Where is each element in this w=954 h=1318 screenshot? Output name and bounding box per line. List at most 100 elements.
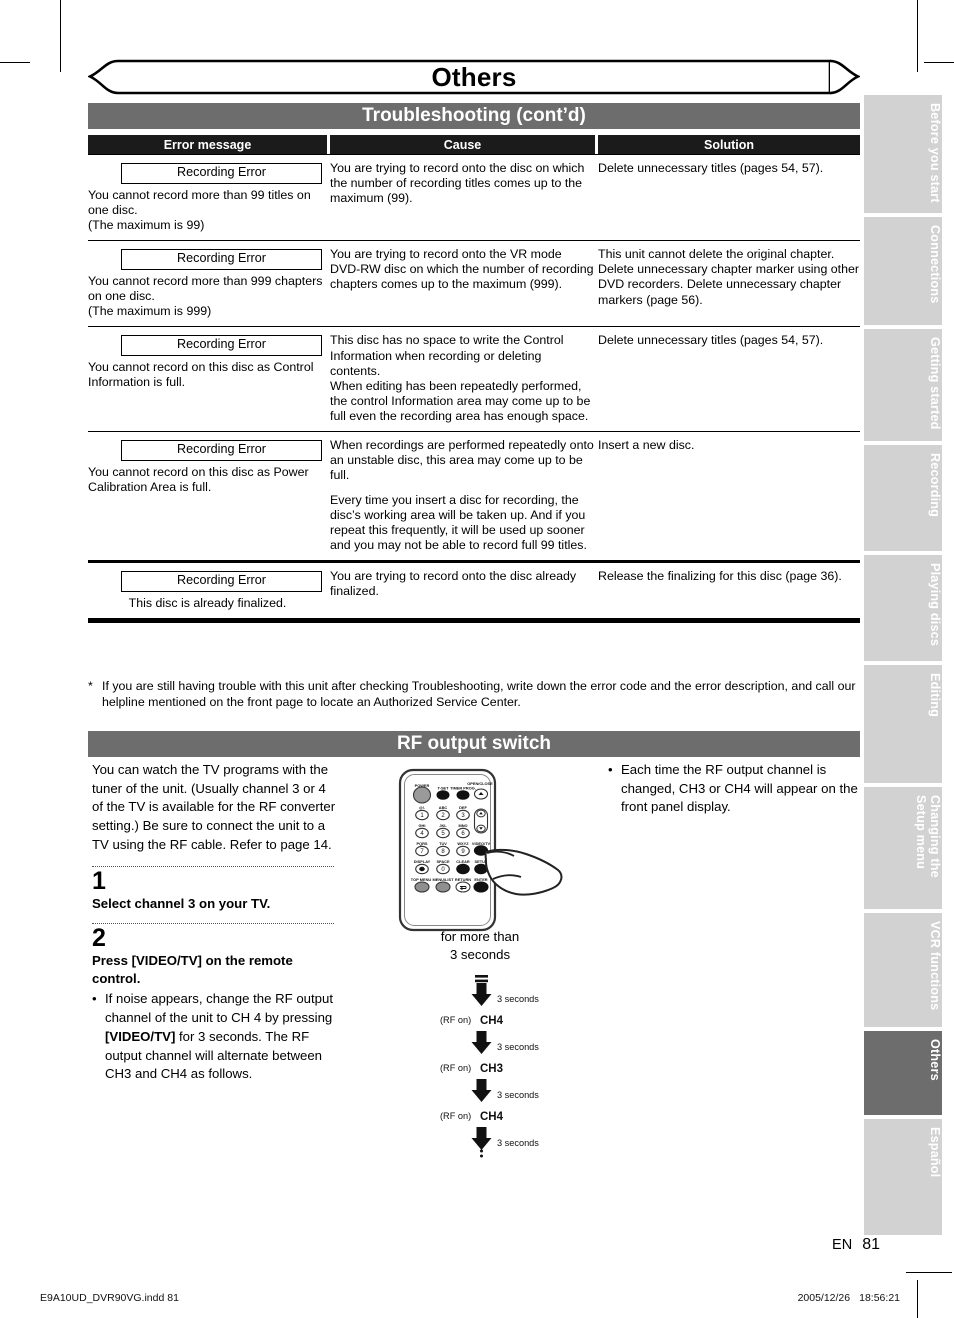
rf-right-bullet-text: Each time the RF output channel is chang…: [621, 762, 858, 815]
remote-top-menu-button: [414, 881, 430, 893]
solution-paragraph: Release the finalizing for this disc (pa…: [598, 569, 842, 584]
flow-state-prefix-1: (RF on): [440, 1015, 471, 1025]
hand-pointer-icon: [484, 848, 563, 896]
press-indicator-bar: [475, 979, 488, 983]
remote-enter-button: [473, 881, 489, 893]
footer-crop-rule: [906, 1272, 952, 1273]
cell-cause: You are trying to record onto the disc a…: [330, 569, 595, 611]
footer-crop-vrule: [917, 1280, 918, 1318]
sidebar-tab-label: Getting started: [928, 337, 942, 430]
remote-timer-prog-button: [456, 790, 470, 800]
remote-label-return: RETURN: [455, 877, 471, 882]
cause-paragraph: Every time you insert a disc for recordi…: [330, 492, 587, 552]
remote-label-k9: WXYZ: [457, 841, 469, 846]
cell-solution: This unit cannot delete the original cha…: [598, 247, 860, 319]
page-number: 81: [862, 1236, 880, 1253]
cell-cause: You are trying to record onto the VR mod…: [330, 247, 595, 319]
rf-left-column: You can watch the TV programs with the t…: [92, 761, 340, 1084]
cause-paragraph: You are trying to record onto the disc o…: [330, 161, 585, 206]
cause-paragraph: You are trying to record onto the VR mod…: [330, 247, 594, 292]
sidebar-tab-playing-discs[interactable]: Playing discs: [864, 555, 942, 661]
manual-page: Others Troubleshooting (cont’d) Error me…: [0, 0, 954, 1318]
sidebar-tab-label: Others: [928, 1039, 942, 1081]
section-header-rf-output-switch: RF output switch: [88, 731, 860, 757]
table-header-row: Error message Cause Solution: [88, 135, 860, 154]
chapter-banner: Others: [88, 55, 860, 99]
sidebar-tab-editing[interactable]: Editing: [864, 665, 942, 783]
sidebar-tab-label: Changing the Setup menu: [913, 795, 942, 878]
remote-label-t-set: T-SET: [437, 786, 449, 791]
remote-menu-list-button: [435, 881, 451, 893]
sidebar-tab-label: Playing discs: [928, 563, 942, 647]
rf-channel-flow-diagram: 3 seconds (RF on) CH4 3 seconds (RF on) …: [420, 975, 600, 1158]
remote-label-k4: GHI: [419, 823, 426, 828]
cell-error-message: Recording Error You cannot record on thi…: [88, 438, 327, 553]
table-row: Recording Error You cannot record on thi…: [88, 432, 860, 560]
cell-solution: Insert a new disc.: [598, 438, 860, 553]
sidebar-tab-connections[interactable]: Connections: [864, 217, 942, 325]
remote-label-enter: ENTER: [474, 877, 487, 882]
cell-cause: This disc has no space to write the Cont…: [330, 333, 595, 424]
remote-label-k6: MNO: [458, 823, 467, 828]
sidebar-tab-getting-started[interactable]: Getting started: [864, 329, 942, 441]
table-row: Recording Error This disc is already fin…: [88, 563, 860, 618]
sidebar-tab-espanol[interactable]: Español: [864, 1119, 942, 1235]
remote-label-timer-prog: TIMER PROG.: [450, 786, 476, 791]
sidebar-tab-recording[interactable]: Recording: [864, 445, 942, 551]
remote-label-k7: PQRS: [416, 841, 427, 846]
sidebar-tab-label: Connections: [928, 225, 942, 304]
remote-label-top-menu: TOP MENU: [411, 877, 432, 882]
sidebar-tab-label: Recording: [928, 453, 942, 518]
crop-mark-top-left-v: [60, 0, 61, 72]
remote-control-illustration: POWER T-SET TIMER PROG. OPEN/CLOSE @!. A…: [380, 766, 595, 936]
flow-arrow-label-1: 3 seconds: [497, 994, 539, 1004]
bullet-dot-icon: •: [608, 762, 613, 777]
table-row: Recording Error You cannot record more t…: [88, 241, 860, 326]
remote-control-svg: POWER T-SET TIMER PROG. OPEN/CLOSE @!. A…: [398, 768, 563, 932]
remote-label-menu-list: MENU/LIST: [433, 877, 455, 882]
table-row: Recording Error You cannot record more t…: [88, 155, 860, 240]
table-header-solution: Solution: [598, 135, 860, 154]
footer-date: 2005/12/26: [797, 1292, 851, 1304]
page-number-block: EN 81: [760, 1236, 880, 1254]
cell-solution: Release the finalizing for this disc (pa…: [598, 569, 860, 611]
remote-label-k8: TUV: [439, 841, 447, 846]
flow-state-2: CH3: [480, 1063, 503, 1075]
solution-paragraph: Delete unnecessary titles (pages 54, 57)…: [598, 333, 824, 348]
rf-right-column: • Each time the RF output channel is cha…: [608, 761, 858, 817]
sidebar-tab-changing-setup-menu[interactable]: Changing the Setup menu: [864, 787, 942, 909]
solution-paragraph: Delete unnecessary titles (pages 54, 57)…: [598, 161, 824, 175]
error-description: This disc is already finalized.: [128, 595, 287, 610]
step-2-title: Press [VIDEO/TV] on the remote control.: [92, 953, 293, 986]
cause-paragraph: When recordings are performed repeatedly…: [330, 438, 594, 483]
sidebar-tab-vcr-functions[interactable]: VCR functions: [864, 913, 942, 1027]
remote-caption-line-1: for more than: [440, 929, 520, 944]
troubleshooting-table: Error message Cause Solution Recording E…: [88, 135, 860, 624]
dotted-divider: [92, 865, 334, 867]
cell-cause: You are trying to record onto the disc o…: [330, 161, 595, 233]
press-indicator-bar: [475, 975, 488, 978]
video-tv-key-label: [VIDEO/TV]: [105, 1028, 176, 1044]
flow-arrow-label-2: 3 seconds: [497, 1042, 539, 1052]
page-language-code: EN: [832, 1237, 853, 1253]
bullet-text-part-a: If noise appears, change the RF output c…: [105, 991, 333, 1026]
step-1-title: Select channel 3 on your TV.: [92, 895, 271, 911]
cause-paragraph: You are trying to record onto the disc a…: [330, 569, 577, 599]
error-code-box: Recording Error: [121, 571, 322, 592]
remote-caption-line-2: 3 seconds: [449, 946, 511, 962]
flow-state-prefix-2: (RF on): [440, 1063, 471, 1073]
flow-arrow-label-3: 3 seconds: [497, 1090, 539, 1100]
footer-timestamp: 2005/12/26 18:56:21: [760, 1292, 900, 1304]
sidebar-tab-before-you-start[interactable]: Before you start: [864, 95, 942, 213]
crop-mark-top-left-h: [0, 62, 30, 63]
sidebar-tab-label: Español: [928, 1127, 942, 1178]
remote-label-open-close: OPEN/CLOSE: [467, 781, 493, 786]
remote-label-k3: DEF: [459, 805, 467, 810]
remote-label-space: SPACE: [436, 859, 450, 864]
flow-arrow-label-4: 3 seconds: [497, 1138, 539, 1148]
remote-t-set-button: [436, 790, 450, 800]
sidebar-tab-others[interactable]: Others: [864, 1031, 942, 1115]
section-header-troubleshooting: Troubleshooting (cont’d): [88, 103, 860, 129]
sidebar-tab-label: Before you start: [928, 103, 942, 203]
cell-cause: When recordings are performed repeatedly…: [330, 438, 595, 553]
